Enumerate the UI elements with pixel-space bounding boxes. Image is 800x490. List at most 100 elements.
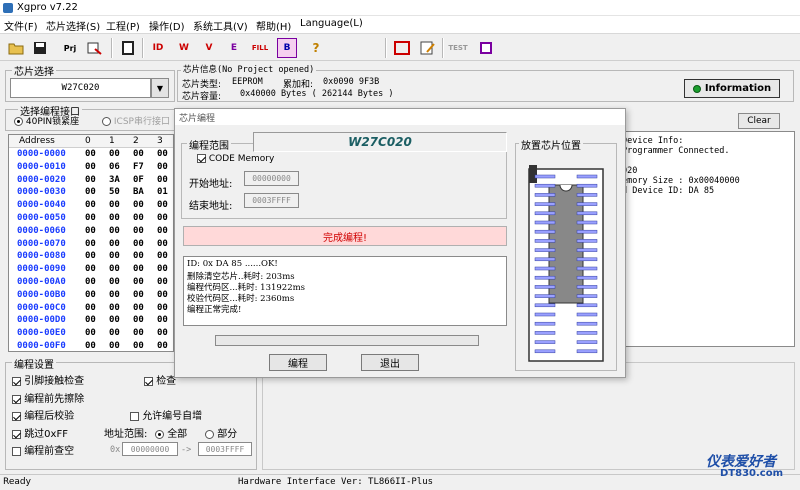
hex-byte[interactable]: 00 (157, 149, 168, 159)
menu-operation[interactable]: 操作(D) (149, 18, 185, 33)
hex-byte[interactable]: 00 (133, 251, 144, 261)
hex-byte[interactable]: 00 (85, 315, 96, 325)
hex-byte[interactable]: 00 (109, 213, 120, 223)
radio-icsp[interactable] (102, 117, 111, 126)
hex-row[interactable]: 0000-0060 00 00 00 00 (9, 226, 173, 239)
erase-before-checkbox[interactable] (12, 394, 21, 404)
ic-icon[interactable] (476, 38, 496, 58)
blank-check-option[interactable]: 编程前查空 (12, 442, 74, 457)
hex-byte[interactable]: 50 (109, 187, 120, 197)
pin-check-option[interactable]: 引脚接触检查 (12, 372, 84, 387)
hex-byte[interactable]: 00 (109, 303, 120, 313)
chevron-down-icon[interactable]: ▼ (151, 78, 169, 98)
fill-icon[interactable]: FILL (250, 38, 270, 58)
hex-byte[interactable]: 00 (133, 315, 144, 325)
hex-byte[interactable]: 00 (157, 303, 168, 313)
hex-row[interactable]: 0000-0050 00 00 00 00 (9, 213, 173, 226)
hex-byte[interactable]: 00 (133, 341, 144, 351)
hex-byte[interactable]: 00 (133, 290, 144, 300)
menu-file[interactable]: 文件(F) (4, 18, 38, 33)
hex-byte[interactable]: 00 (157, 213, 168, 223)
range-all-option[interactable]: 全部 (155, 425, 187, 440)
hex-byte[interactable]: 00 (85, 213, 96, 223)
verify-after-option[interactable]: 编程后校验 (12, 407, 74, 422)
hex-byte[interactable]: 00 (109, 341, 120, 351)
interface-icsp-option[interactable]: ICSP串行接口 (102, 114, 170, 127)
hex-byte[interactable]: 00 (109, 290, 120, 300)
hex-byte[interactable]: 00 (133, 213, 144, 223)
range-to-input[interactable]: 0003FFFF (198, 442, 252, 456)
hex-byte[interactable]: 00 (157, 328, 168, 338)
range-all-radio[interactable] (155, 429, 164, 439)
hex-byte[interactable]: 00 (85, 277, 96, 287)
hex-row[interactable]: 0000-00B0 00 00 00 00 (9, 290, 173, 303)
code-memory-option[interactable]: CODE Memory (197, 154, 274, 164)
hex-byte[interactable]: 00 (109, 277, 120, 287)
hex-byte[interactable]: 00 (157, 239, 168, 249)
hex-editor[interactable]: Address 0 1 2 3 0000-0000 00 00 00 00 0000-00… (8, 134, 174, 352)
hex-byte[interactable]: 00 (109, 149, 120, 159)
hex-byte[interactable]: 00 (109, 239, 120, 249)
erase-icon[interactable]: E (224, 38, 244, 58)
menu-chip-select[interactable]: 芯片选择(S) (46, 18, 100, 33)
open-file-icon[interactable] (6, 38, 26, 58)
hex-byte[interactable]: 00 (85, 200, 96, 210)
range-part-radio[interactable] (205, 429, 214, 439)
auto-increment-option[interactable]: 允许编号自增 (130, 407, 202, 422)
hex-byte[interactable]: 00 (133, 264, 144, 274)
end-address-input[interactable]: 0003FFFF (244, 193, 299, 208)
hex-row[interactable]: 0000-00C0 00 00 00 00 (9, 303, 173, 316)
check-id-checkbox[interactable] (144, 376, 153, 386)
hex-byte[interactable]: 00 (85, 328, 96, 338)
blank-check-icon[interactable]: B (277, 38, 297, 58)
hex-byte[interactable]: BA (133, 187, 144, 197)
hex-byte[interactable]: 00 (133, 277, 144, 287)
range-from-input[interactable]: 00000000 (122, 442, 178, 456)
hex-byte[interactable]: 00 (85, 264, 96, 274)
hex-byte[interactable]: 00 (157, 162, 168, 172)
hex-byte[interactable]: 06 (109, 162, 120, 172)
hex-byte[interactable]: 00 (133, 149, 144, 159)
hex-row[interactable]: 0000-00E0 00 00 00 00 (9, 328, 173, 341)
hex-byte[interactable]: 00 (85, 187, 96, 197)
interface-40pin-option[interactable]: 40PIN锁紧座 (14, 114, 79, 127)
hex-byte[interactable]: 00 (109, 200, 120, 210)
code-memory-checkbox[interactable] (197, 154, 206, 163)
hex-byte[interactable]: 00 (133, 200, 144, 210)
hex-byte[interactable]: 00 (109, 251, 120, 261)
config-icon[interactable] (392, 38, 412, 58)
start-address-input[interactable]: 00000000 (244, 171, 299, 186)
hex-byte[interactable]: 00 (85, 226, 96, 236)
hex-byte[interactable]: 00 (85, 239, 96, 249)
menu-project[interactable]: 工程(P) (106, 18, 140, 33)
hex-byte[interactable]: 00 (157, 290, 168, 300)
hex-byte[interactable]: 00 (85, 303, 96, 313)
radio-40pin[interactable] (14, 117, 23, 126)
hex-byte[interactable]: 00 (85, 162, 96, 172)
chip-name-input[interactable]: W27C020 (10, 78, 151, 98)
hex-byte[interactable]: 00 (157, 226, 168, 236)
test-icon[interactable]: TEST (448, 38, 468, 58)
check-id-option[interactable]: 检查 (144, 372, 176, 387)
verify-after-checkbox[interactable] (12, 411, 21, 421)
read-icon[interactable]: ID (148, 38, 168, 58)
hex-byte[interactable]: 00 (109, 226, 120, 236)
hex-byte[interactable]: 00 (109, 328, 120, 338)
pin-check-checkbox[interactable] (12, 376, 21, 386)
hex-byte[interactable]: 00 (109, 264, 120, 274)
hex-row[interactable]: 0000-0020 00 3A 0F 00 (9, 175, 173, 188)
exit-button[interactable]: 退出 (361, 354, 419, 371)
hex-row[interactable]: 0000-0000 00 00 00 00 (9, 149, 173, 162)
hex-byte[interactable]: F7 (133, 162, 144, 172)
skip-ff-option[interactable]: 跳过0xFF (12, 425, 68, 440)
clear-button[interactable]: Clear (738, 113, 780, 129)
hex-byte[interactable]: 00 (157, 200, 168, 210)
write-icon[interactable]: W (174, 38, 194, 58)
hex-byte[interactable]: 00 (85, 290, 96, 300)
hex-byte[interactable]: 01 (157, 187, 168, 197)
hex-byte[interactable]: 00 (85, 251, 96, 261)
hex-byte[interactable]: 00 (85, 149, 96, 159)
hex-byte[interactable]: 00 (133, 239, 144, 249)
program-button[interactable]: 编程 (269, 354, 327, 371)
hex-byte[interactable]: 3A (109, 175, 120, 185)
